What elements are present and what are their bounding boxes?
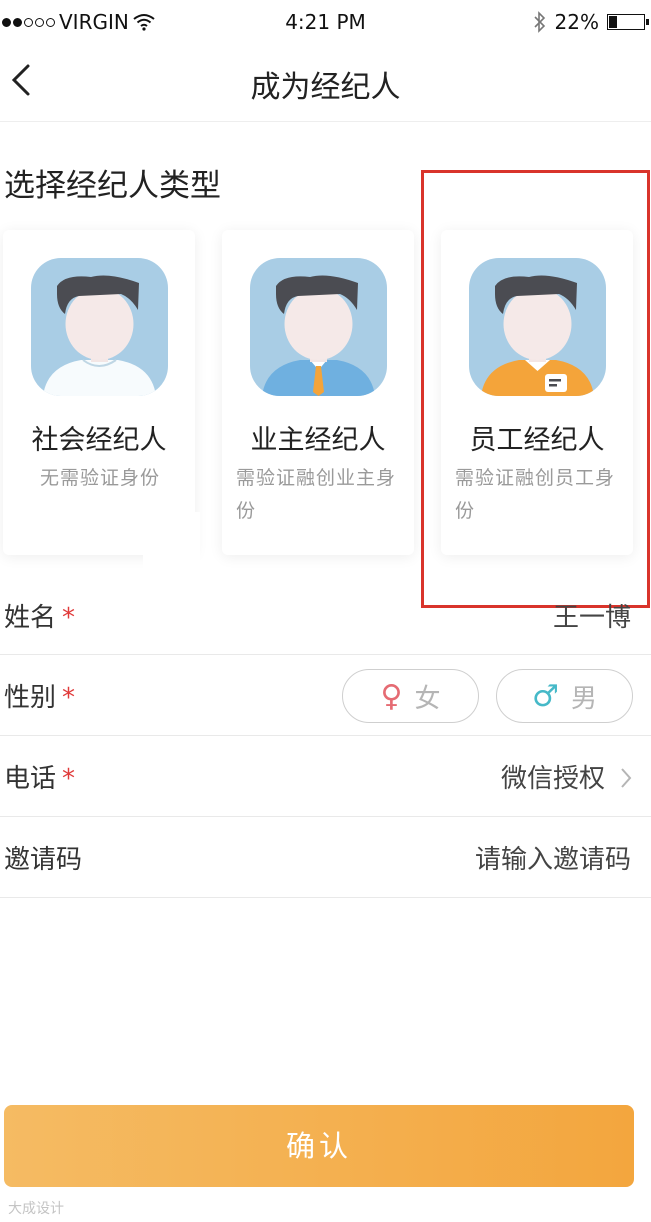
avatar-social-icon [31,258,168,396]
required-mark: * [62,603,76,633]
avatar-owner-icon [250,258,387,396]
page-title: 成为经纪人 [250,70,401,105]
female-icon: ♀ [380,678,403,714]
highlight-box [421,170,650,608]
invite-label: 邀请码 [4,845,83,875]
name-row[interactable]: 姓名 * 王一博 [0,575,651,655]
name-label: 姓名 * [4,603,76,633]
invite-row[interactable]: 邀请码 请输入邀请码 [0,817,651,898]
nav-bar: 成为经纪人 [0,44,651,122]
phone-row[interactable]: 电话 * 微信授权 [0,736,651,817]
agent-card-title: 业主经纪人 [250,425,386,456]
gender-male-label: 男 [570,683,597,714]
required-mark: * [62,683,76,713]
gender-label: 性别 * [4,683,76,713]
chevron-right-icon [621,768,632,788]
agent-card-social[interactable]: 社会经纪人 无需验证身份 [3,230,195,555]
battery-icon [607,14,649,30]
invite-code-input[interactable]: 请输入邀请码 [475,839,631,876]
agent-form: 姓名 * 王一博 性别 * ♀ 女 ♂ 男 电话 * 微信授权 邀请码 请输入邀请码 [0,575,651,898]
gender-female-label: 女 [414,683,441,714]
phone-label: 电话 * [4,764,76,794]
battery-percent: 22% [554,10,599,34]
gender-female-button[interactable]: ♀ 女 [342,669,479,723]
agent-card-owner[interactable]: 业主经纪人 需验证融创业主身份 [222,230,414,555]
agent-card-desc: 需验证融创业主身份 [236,467,397,522]
male-icon: ♂ [532,678,559,714]
phone-value[interactable]: 微信授权 [501,758,605,795]
white-patch [143,512,200,572]
confirm-button[interactable]: 确认 [4,1105,634,1187]
required-mark: * [62,764,76,794]
name-value[interactable]: 王一博 [553,597,631,634]
watermark: 大成设计 [8,1201,64,1217]
section-title: 选择经纪人类型 [4,168,221,204]
agent-card-title: 社会经纪人 [31,425,167,456]
status-bar: VIRGIN 4:21 PM 22% [0,0,651,44]
gender-male-button[interactable]: ♂ 男 [496,669,633,723]
gender-row: 性别 * ♀ 女 ♂ 男 [0,655,651,736]
agent-card-desc: 无需验证身份 [39,467,160,489]
status-right: 22% [533,10,649,34]
bluetooth-icon [533,11,545,33]
